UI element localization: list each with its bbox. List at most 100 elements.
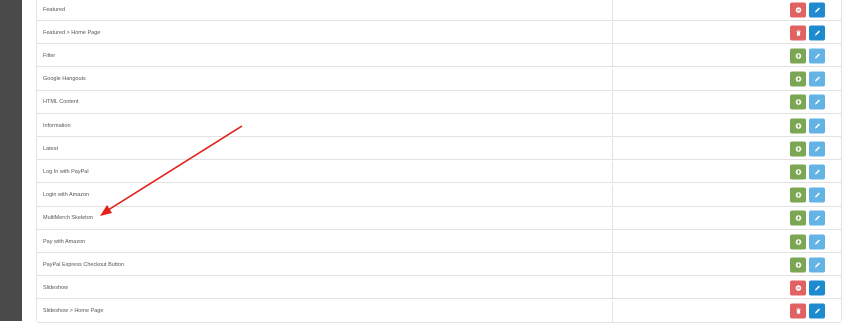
plus-circle-icon: [795, 145, 802, 152]
column-divider: [612, 254, 613, 276]
table-row: Featured > Home Page: [37, 22, 841, 45]
plus-circle-icon: [795, 52, 802, 59]
column-divider: [612, 207, 613, 229]
plus-circle-icon: [795, 261, 802, 268]
column-divider: [612, 68, 613, 90]
edit-button[interactable]: [809, 257, 825, 273]
module-name: Login with Amazon: [43, 192, 90, 199]
column-divider: [612, 138, 613, 160]
plus-circle-icon: [795, 168, 802, 175]
uninstall-button[interactable]: [790, 280, 806, 296]
edit-button[interactable]: [809, 71, 825, 87]
module-name: Pay with Amazon: [43, 238, 86, 245]
delete-button[interactable]: [790, 25, 806, 41]
install-button[interactable]: [790, 257, 806, 273]
pencil-icon: [814, 192, 821, 199]
table-row: Slideshow: [37, 277, 841, 300]
edit-button[interactable]: [809, 2, 825, 17]
column-divider: [612, 231, 613, 252]
uninstall-button[interactable]: [790, 2, 806, 17]
plus-circle-icon: [795, 238, 802, 245]
plus-circle-icon: [795, 76, 802, 83]
column-divider: [612, 161, 613, 183]
plus-circle-icon: [795, 99, 802, 106]
edit-button[interactable]: [809, 94, 825, 110]
pencil-icon: [814, 238, 821, 245]
pencil-icon: [814, 99, 821, 106]
modules-table: Featured Featured > Home Page Filter Google…: [36, 0, 842, 323]
module-name: Filter: [43, 52, 56, 59]
table-row: Information: [37, 115, 841, 137]
module-name: Slideshow > Home Page: [43, 308, 104, 315]
pencil-icon: [814, 308, 821, 315]
delete-button[interactable]: [790, 303, 806, 319]
plus-circle-icon: [795, 192, 802, 199]
column-divider: [612, 300, 613, 322]
module-name: Latest: [43, 145, 58, 152]
table-row: HTML Content: [37, 91, 841, 114]
edit-button[interactable]: [809, 303, 825, 319]
table-row: Login with Amazon: [37, 184, 841, 207]
table-row: Pay with Amazon: [37, 231, 841, 253]
edit-button[interactable]: [809, 234, 825, 249]
minus-circle-icon: [795, 6, 802, 13]
edit-button[interactable]: [809, 141, 825, 157]
pencil-icon: [814, 29, 821, 36]
column-divider: [612, 115, 613, 136]
plus-circle-icon: [795, 122, 802, 129]
plus-circle-icon: [795, 215, 802, 222]
left-sidebar: [0, 0, 22, 321]
module-name: MultiMerch Skeleton: [43, 215, 93, 222]
pencil-icon: [814, 215, 821, 222]
table-row: Latest: [37, 138, 841, 161]
trash-icon: [795, 308, 802, 315]
module-name: Google Hangouts: [43, 76, 86, 83]
pencil-icon: [814, 261, 821, 268]
column-divider: [612, 22, 613, 44]
edit-button[interactable]: [809, 280, 825, 296]
table-row: Featured: [37, 0, 841, 21]
install-button[interactable]: [790, 210, 806, 226]
install-button[interactable]: [790, 118, 806, 133]
install-button[interactable]: [790, 187, 806, 203]
table-row: Slideshow > Home Page: [37, 300, 841, 323]
minus-circle-icon: [795, 284, 802, 291]
pencil-icon: [814, 168, 821, 175]
trash-icon: [795, 29, 802, 36]
install-button[interactable]: [790, 234, 806, 249]
edit-button[interactable]: [809, 210, 825, 226]
module-name: Information: [43, 122, 71, 129]
module-name: Featured > Home Page: [43, 29, 101, 36]
column-divider: [612, 0, 613, 20]
column-divider: [612, 277, 613, 299]
column-divider: [612, 45, 613, 67]
pencil-icon: [814, 52, 821, 59]
pencil-icon: [814, 145, 821, 152]
pencil-icon: [814, 76, 821, 83]
column-divider: [612, 91, 613, 113]
pencil-icon: [814, 6, 821, 13]
install-button[interactable]: [790, 48, 806, 64]
edit-button[interactable]: [809, 25, 825, 41]
install-button[interactable]: [790, 164, 806, 180]
pencil-icon: [814, 284, 821, 291]
table-row: PayPal Express Checkout Button: [37, 254, 841, 277]
install-button[interactable]: [790, 141, 806, 157]
table-row: Filter: [37, 45, 841, 68]
module-name: HTML Content: [43, 99, 79, 106]
table-row: MultiMerch Skeleton: [37, 207, 841, 230]
module-name: PayPal Express Checkout Button: [43, 261, 125, 268]
pencil-icon: [814, 122, 821, 129]
install-button[interactable]: [790, 94, 806, 110]
column-divider: [612, 184, 613, 206]
table-row: Google Hangouts: [37, 68, 841, 91]
edit-button[interactable]: [809, 187, 825, 203]
edit-button[interactable]: [809, 164, 825, 180]
edit-button[interactable]: [809, 48, 825, 64]
module-name: Featured: [43, 6, 66, 13]
table-row: Log In with PayPal: [37, 161, 841, 184]
install-button[interactable]: [790, 71, 806, 87]
edit-button[interactable]: [809, 118, 825, 133]
module-name: Log In with PayPal: [43, 168, 89, 175]
module-name: Slideshow: [43, 284, 69, 291]
